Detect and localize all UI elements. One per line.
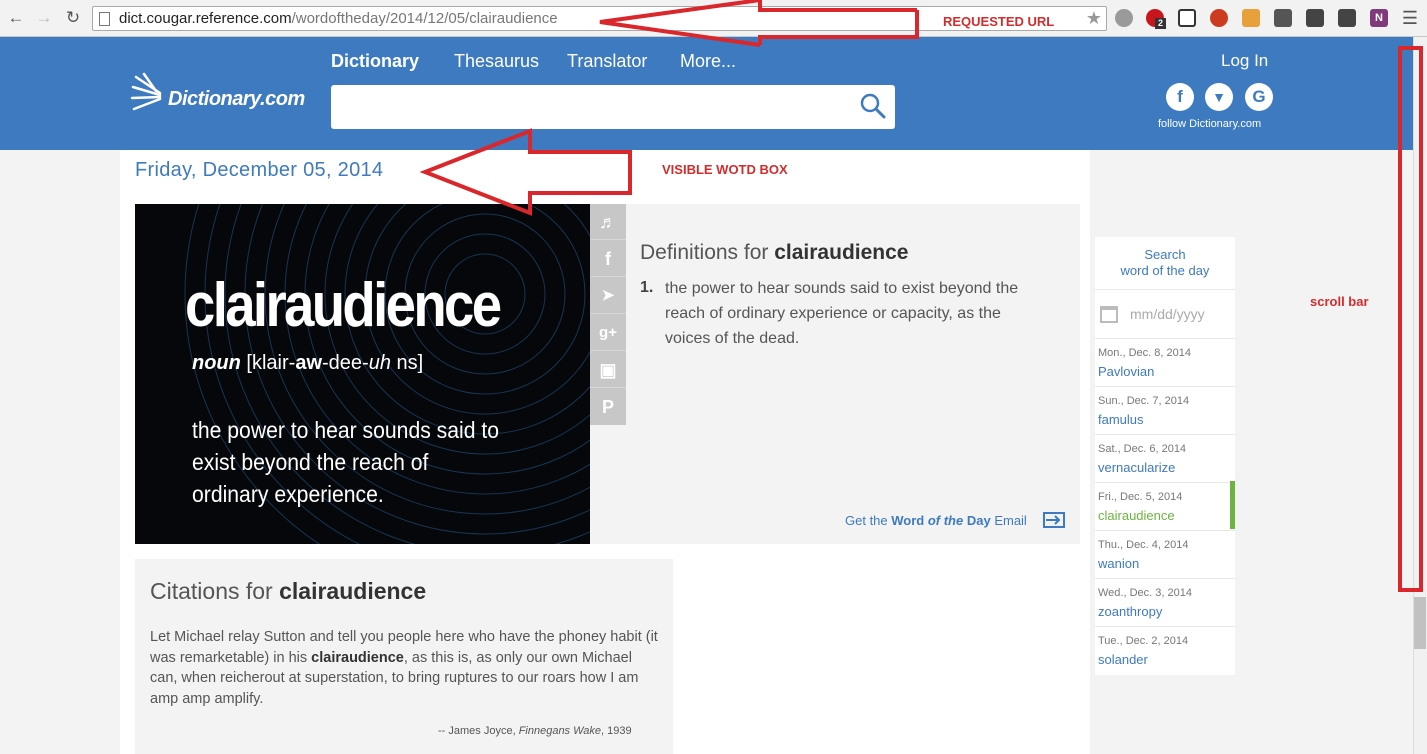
requested-url-label: REQUESTED URL bbox=[943, 14, 1055, 29]
annotation-arrows bbox=[419, 0, 919, 216]
scroll-bar-label: scroll bar bbox=[1310, 294, 1369, 309]
scrollbar-highlight bbox=[1398, 46, 1423, 592]
visible-wotd-label: VISIBLE WOTD BOX bbox=[662, 162, 788, 177]
